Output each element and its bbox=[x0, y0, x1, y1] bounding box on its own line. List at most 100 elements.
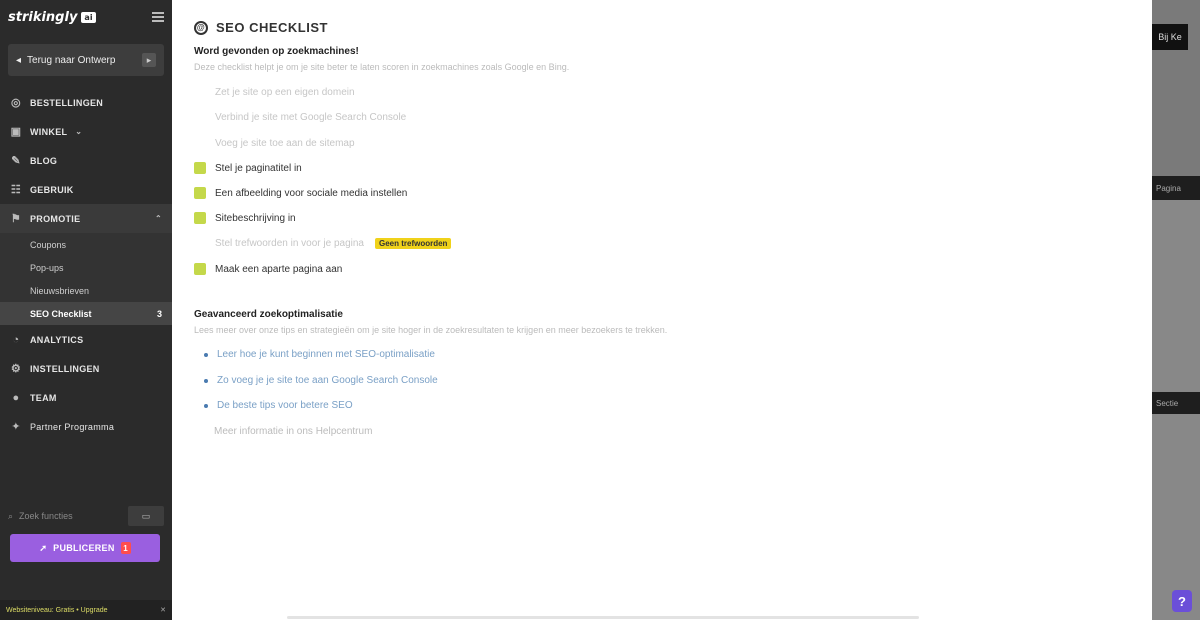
question-icon: ? bbox=[1178, 593, 1186, 609]
sidebar-item-store[interactable]: ▣ WINKEL ⌄ bbox=[0, 117, 172, 146]
sidebar-header: strikingly ai bbox=[0, 0, 172, 34]
help-button[interactable]: ? bbox=[1172, 590, 1192, 612]
overlay-bar-label: Pagina bbox=[1156, 183, 1181, 193]
checklist-label: Verbind je site met Google Search Consol… bbox=[215, 111, 407, 123]
top-action-button[interactable]: Bij Ke bbox=[1152, 24, 1188, 50]
page-title-text: SEO CHECKLIST bbox=[216, 20, 328, 35]
subitem-label: Pop-ups bbox=[30, 262, 64, 273]
count-badge: 3 bbox=[156, 308, 162, 319]
top-action-label: Bij Ke bbox=[1158, 32, 1182, 42]
logo-text: strikingly bbox=[8, 9, 78, 25]
brand-logo[interactable]: strikingly ai bbox=[8, 10, 96, 25]
sidebar-subitem-newsletters[interactable]: Nieuwsbrieven bbox=[0, 279, 172, 302]
menu-icon[interactable] bbox=[152, 12, 164, 22]
sidebar-subitem-seo-checklist[interactable]: SEO Checklist 3 bbox=[0, 302, 172, 325]
checklist-item[interactable]: Maak een aparte pagina aan bbox=[194, 263, 342, 275]
sidebar-item-label: BESTELLINGEN bbox=[30, 97, 104, 108]
sidebar-item-label: PROMOTIE bbox=[30, 213, 81, 224]
checkbox-icon bbox=[194, 237, 206, 249]
checklist-item[interactable]: Zet je site op een eigen domein bbox=[194, 86, 355, 98]
checkbox-icon bbox=[194, 137, 206, 149]
status-badge[interactable]: Geen trefwoorden bbox=[374, 237, 452, 249]
sidebar-item-label: WINKEL bbox=[30, 126, 68, 137]
sidebar-subitem-popups[interactable]: Pop-ups bbox=[0, 256, 172, 279]
plan-banner-text: Websiteniveau: Gratis • Upgrade bbox=[6, 606, 108, 614]
checklist-item[interactable]: Een afbeelding voor sociale media instel… bbox=[194, 187, 407, 199]
sidebar-item-label: Partner Programma bbox=[30, 421, 115, 432]
section-title: Geavanceerd zoekoptimalisatie bbox=[194, 309, 343, 320]
horizontal-scrollbar[interactable] bbox=[287, 616, 919, 619]
sidebar-item-partner[interactable]: ✦ Partner Programma bbox=[0, 412, 172, 441]
sidebar-item-audience[interactable]: ☷ GEBRUIK bbox=[0, 175, 172, 204]
overlay-bar-label: Sectie bbox=[1156, 398, 1179, 408]
checklist-item[interactable]: Verbind je site met Google Search Consol… bbox=[194, 111, 406, 123]
close-icon[interactable]: ✕ bbox=[160, 606, 166, 614]
section-description: Lees meer over onze tips en strategieën … bbox=[194, 325, 668, 335]
subitem-label: Coupons bbox=[30, 239, 67, 250]
checkbox-icon bbox=[194, 86, 206, 98]
blog-icon: ✎ bbox=[11, 154, 21, 167]
publish-button[interactable]: ➚ PUBLICEREN 1 bbox=[10, 534, 160, 562]
checked-icon bbox=[194, 162, 206, 174]
partner-icon: ✦ bbox=[11, 420, 21, 433]
sidebar-item-orders[interactable]: ◎ BESTELLINGEN bbox=[0, 88, 172, 117]
sidebar-item-label: ANALYTICS bbox=[30, 334, 84, 345]
checklist-label: Zet je site op een eigen domein bbox=[215, 86, 355, 98]
checklist-item[interactable]: Sitebeschrijving in bbox=[194, 212, 296, 224]
help-link[interactable]: De beste tips voor betere SEO bbox=[204, 400, 353, 411]
device-icon: ▭ bbox=[141, 510, 151, 521]
device-preview-button[interactable]: ▭ bbox=[128, 506, 164, 526]
plan-banner[interactable]: Websiteniveau: Gratis • Upgrade ✕ bbox=[0, 600, 172, 620]
sidebar-item-blog[interactable]: ✎ BLOG bbox=[0, 146, 172, 175]
store-icon: ▣ bbox=[10, 125, 22, 138]
checked-icon bbox=[194, 263, 206, 275]
checklist-item[interactable]: Stel je paginatitel in bbox=[194, 162, 302, 174]
subitem-label: Nieuwsbrieven bbox=[30, 285, 90, 296]
checked-icon bbox=[194, 212, 206, 224]
checklist-item[interactable]: Stel trefwoorden in voor je pagina Geen … bbox=[194, 237, 452, 249]
bullet-icon bbox=[204, 352, 208, 357]
analytics-icon: ◔ bbox=[12, 333, 20, 346]
settings-icon: ⚙ bbox=[10, 362, 22, 375]
sidebar-item-label: BLOG bbox=[30, 155, 58, 166]
search-icon: ⌕ bbox=[8, 510, 14, 521]
search-placeholder: Zoek functies bbox=[19, 511, 73, 521]
overlay-bar: Sectie bbox=[1152, 392, 1200, 414]
checked-icon bbox=[194, 187, 206, 199]
help-center-line: Meer informatie in ons Helpcentrum bbox=[214, 426, 373, 437]
checklist-label: Stel je paginatitel in bbox=[215, 162, 302, 174]
sidebar-subitem-coupons[interactable]: Coupons bbox=[0, 233, 172, 256]
sidebar-tools: ⌕ Zoek functies ▭ bbox=[8, 506, 164, 526]
checklist-label: Stel trefwoorden in voor je pagina bbox=[215, 237, 364, 249]
help-link[interactable]: Leer hoe je kunt beginnen met SEO-optima… bbox=[204, 349, 435, 360]
help-link-text: Zo voeg je je site toe aan Google Search… bbox=[217, 375, 438, 386]
audience-icon: ☷ bbox=[10, 183, 22, 196]
chevron-up-icon: ⌃ bbox=[154, 214, 162, 223]
sidebar: strikingly ai ◂ Terug naar Ontwerp ▸ ◎ B… bbox=[0, 0, 172, 620]
sidebar-item-analytics[interactable]: ◔ ANALYTICS bbox=[0, 325, 172, 354]
seo-icon: @ bbox=[194, 20, 208, 35]
team-icon: ● bbox=[12, 391, 20, 404]
help-link-text: Leer hoe je kunt beginnen met SEO-optima… bbox=[217, 349, 435, 360]
section-description: Deze checklist helpt je om je site beter… bbox=[194, 62, 570, 72]
editor-preview-overlay: Bij Ke Pagina Sectie bbox=[1152, 0, 1200, 620]
sidebar-item-team[interactable]: ● TEAM bbox=[0, 383, 172, 412]
sidebar-nav: ◎ BESTELLINGEN ▣ WINKEL ⌄ ✎ BLOG ☷ GEBRU… bbox=[0, 88, 172, 441]
feature-search[interactable]: ⌕ Zoek functies bbox=[8, 511, 73, 522]
checkbox-icon bbox=[194, 111, 206, 123]
section-title: Word gevonden op zoekmachines! bbox=[194, 46, 359, 57]
checklist-label: Maak een aparte pagina aan bbox=[215, 263, 343, 275]
help-link[interactable]: Zo voeg je je site toe aan Google Search… bbox=[204, 375, 438, 386]
page-title: @ SEO CHECKLIST bbox=[194, 20, 328, 35]
sidebar-item-settings[interactable]: ⚙ INSTELLINGEN bbox=[0, 354, 172, 383]
logo-badge: ai bbox=[81, 11, 96, 23]
close-icon[interactable]: ▸ bbox=[142, 53, 156, 67]
orders-icon: ◎ bbox=[11, 96, 21, 109]
sidebar-item-promotion[interactable]: ⚑ PROMOTIE ⌃ bbox=[0, 204, 172, 233]
checklist-item[interactable]: Voeg je site toe aan de sitemap bbox=[194, 137, 355, 149]
help-link-text: De beste tips voor betere SEO bbox=[217, 400, 353, 411]
overlay-panel bbox=[1152, 200, 1200, 392]
chevron-down-icon: ⌄ bbox=[75, 127, 83, 136]
back-label: Terug naar Ontwerp bbox=[27, 54, 116, 66]
back-to-design-button[interactable]: ◂ Terug naar Ontwerp ▸ bbox=[8, 44, 164, 76]
